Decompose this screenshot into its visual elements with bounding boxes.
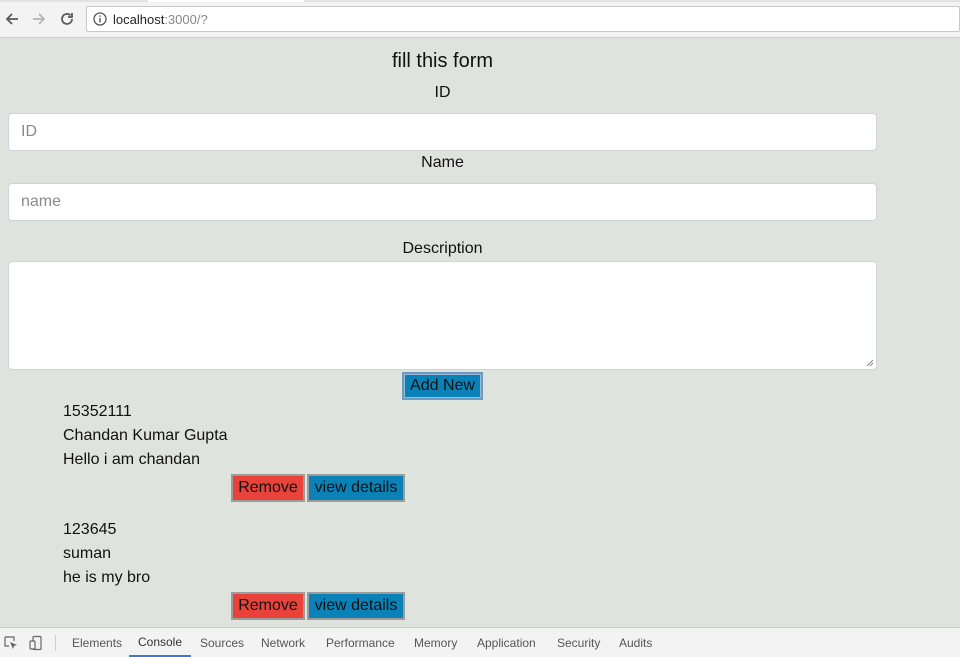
tab-security[interactable]: Security	[557, 628, 600, 657]
info-icon[interactable]	[93, 12, 107, 26]
remove-button[interactable]: Remove	[231, 474, 305, 502]
tab-network[interactable]: Network	[261, 628, 305, 657]
form-title: fill this form	[391, 50, 494, 72]
id-label: ID	[434, 84, 451, 101]
item-id: 15352111	[63, 403, 132, 420]
tab-memory[interactable]: Memory	[414, 628, 457, 657]
devtools-bar: Elements Console Sources Network Perform…	[0, 627, 960, 657]
devtools-divider	[55, 635, 56, 651]
add-new-button[interactable]: Add New	[402, 372, 483, 400]
item-description: Hello i am chandan	[63, 451, 200, 468]
resize-grip-icon[interactable]	[866, 359, 874, 367]
reload-button[interactable]	[57, 8, 77, 30]
tab-application[interactable]: Application	[477, 628, 536, 657]
item-name: suman	[63, 545, 112, 562]
id-input[interactable]	[8, 113, 877, 151]
tab-audits[interactable]: Audits	[619, 628, 652, 657]
description-label: Description	[402, 240, 483, 257]
address-bar[interactable]: localhost:3000/?	[86, 6, 960, 32]
tab-sources[interactable]: Sources	[200, 628, 244, 657]
tab-elements[interactable]: Elements	[72, 628, 122, 657]
inspect-element-icon[interactable]	[3, 635, 19, 651]
device-toolbar-icon[interactable]	[28, 635, 44, 651]
remove-button[interactable]: Remove	[231, 592, 305, 620]
reload-icon	[61, 13, 73, 25]
tab-strip	[0, 0, 960, 2]
item-name: Chandan Kumar Gupta	[63, 427, 228, 444]
tab-performance[interactable]: Performance	[326, 628, 395, 657]
view-details-button[interactable]: view details	[307, 474, 405, 502]
page-content: fill this form ID Name Description Add N…	[0, 39, 960, 627]
description-field	[8, 261, 877, 370]
name-input[interactable]	[8, 183, 877, 221]
view-details-button[interactable]: view details	[307, 592, 405, 620]
tab-console[interactable]: Console	[129, 628, 191, 657]
back-arrow-icon	[5, 13, 18, 25]
active-tab[interactable]	[148, 0, 304, 2]
forward-button[interactable]	[29, 8, 49, 30]
url-host: localhost	[113, 11, 165, 27]
name-label: Name	[421, 154, 464, 171]
item-id: 123645	[63, 521, 117, 538]
item-description: he is my bro	[63, 569, 151, 586]
url-path: :3000/?	[164, 11, 208, 27]
forward-arrow-icon	[33, 13, 46, 25]
back-button[interactable]	[2, 8, 22, 30]
browser-toolbar: localhost:3000/?	[0, 0, 960, 38]
description-textarea[interactable]	[8, 261, 877, 370]
